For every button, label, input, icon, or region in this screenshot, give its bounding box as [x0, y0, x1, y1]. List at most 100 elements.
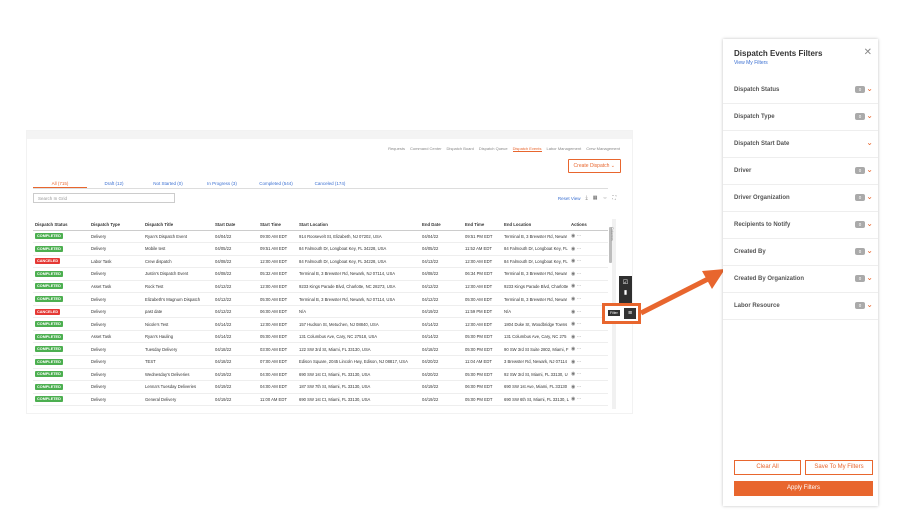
tab-all[interactable]: All (715)	[33, 179, 87, 188]
table-row[interactable]: COMPLETED Delivery Nicole's Test 04/14/22 12…	[33, 317, 608, 331]
chevron-down-icon[interactable]: ⌄	[866, 165, 873, 174]
tab-completed[interactable]: Completed (544)	[249, 179, 303, 188]
view-icon[interactable]: ◉	[571, 233, 575, 239]
table-row[interactable]: COMPLETED Delivery Elizabeth's Magnum Disp…	[33, 292, 608, 306]
table-row[interactable]: COMPLETED Delivery Lenna's Tuesday Deliver…	[33, 380, 608, 394]
nav-requests[interactable]: Requests	[388, 146, 405, 152]
more-icon[interactable]: ⋯	[577, 346, 582, 352]
chevron-down-icon[interactable]: ⌄	[866, 138, 873, 147]
tab-draft[interactable]: Draft (12)	[87, 179, 141, 188]
view-icon[interactable]: ◉	[571, 346, 575, 352]
save-to-my-filters-button[interactable]: Save To My Filters	[805, 460, 873, 475]
tab-in-progress[interactable]: In Progress (3)	[195, 179, 249, 188]
create-dispatch-label: Create Dispatch	[573, 163, 610, 169]
view-icon[interactable]: ◉	[571, 309, 575, 315]
more-icon[interactable]: ⋯	[577, 271, 582, 277]
apply-filters-button[interactable]: Apply Filters	[734, 481, 873, 496]
column-header[interactable]: Start Time	[258, 219, 297, 231]
nav-dispatch-queue[interactable]: Dispatch Queue	[479, 146, 508, 152]
table-row[interactable]: COMPLETED Delivery General Delivery 04/19/2…	[33, 393, 608, 407]
tab-not-started[interactable]: Not Started (0)	[141, 179, 195, 188]
more-icon[interactable]: ⋯	[577, 296, 582, 302]
more-icon[interactable]: ⋯	[577, 371, 582, 377]
chevron-down-icon[interactable]: ⌄	[866, 219, 873, 228]
filter-section[interactable]: Dispatch Status 0 ⌄	[723, 77, 878, 104]
nav-command-center[interactable]: Command Center	[410, 146, 442, 152]
view-icon[interactable]: ◉	[571, 283, 575, 289]
nav-labor-management[interactable]: Labor Management	[547, 146, 582, 152]
view-icon[interactable]: ◉	[571, 246, 575, 252]
view-icon[interactable]: ◉	[571, 371, 575, 377]
filter-section[interactable]: Driver 0 ⌄	[723, 158, 878, 185]
more-icon[interactable]: ⋯	[577, 334, 582, 340]
grid-view-icon[interactable]: ▦	[593, 195, 598, 201]
view-icon[interactable]: ◉	[571, 384, 575, 390]
view-my-filters-link[interactable]: View My Filters	[734, 60, 768, 66]
reset-view-link[interactable]: Reset View	[558, 196, 581, 201]
nav-dispatch-board[interactable]: Dispatch Board	[447, 146, 474, 152]
table-row[interactable]: CANCELED Labor Task Crew dispatch 04/08/22 1…	[33, 255, 608, 269]
more-icon[interactable]: ⋯	[577, 359, 582, 365]
table-row[interactable]: COMPLETED Delivery Mobile test 04/05/22 09:5…	[33, 242, 608, 256]
chevron-down-icon[interactable]: ⌄	[866, 84, 873, 93]
chevron-down-icon[interactable]: ⌄	[866, 273, 873, 282]
chevron-down-icon[interactable]: ⌄	[866, 111, 873, 120]
chevron-down-icon[interactable]: ⌄	[866, 300, 873, 309]
view-icon[interactable]: ◉	[571, 296, 575, 302]
more-icon[interactable]: ⋯	[577, 233, 582, 239]
fullscreen-icon[interactable]: ⛶	[612, 195, 616, 201]
download-icon[interactable]: ⤓	[586, 195, 588, 201]
view-icon[interactable]: ◉	[571, 258, 575, 264]
table-row[interactable]: COMPLETED Asset Task Rock Test 04/12/22 12:0…	[33, 280, 608, 294]
filter-section[interactable]: Driver Organization 0 ⌄	[723, 185, 878, 212]
nav-dispatch-events[interactable]: Dispatch Events	[512, 146, 542, 152]
table-cell: Elizabeth's Magnum Dispatch	[143, 292, 213, 306]
chevron-down-icon[interactable]: ⌄	[866, 192, 873, 201]
filter-section[interactable]: Dispatch Type 0 ⌄	[723, 104, 878, 131]
filter-section[interactable]: Dispatch Start Date ⌄	[723, 131, 878, 158]
filter-section[interactable]: Created By 0 ⌄	[723, 239, 878, 266]
close-icon[interactable]: ✕	[864, 47, 872, 58]
actions-cell: ◉ ⋯	[569, 230, 608, 244]
view-icon[interactable]: ◉	[571, 334, 575, 340]
table-row[interactable]: COMPLETED Delivery TEST 04/18/22 07:00 AM ED…	[33, 355, 608, 369]
more-icon[interactable]: ⋯	[577, 384, 582, 390]
filter-section[interactable]: Created By Organization 0 ⌄	[723, 266, 878, 293]
view-icon[interactable]: ◉	[571, 271, 575, 277]
more-icon[interactable]: ⋯	[577, 396, 582, 402]
column-header[interactable]: Dispatch Type	[89, 219, 143, 231]
more-icon[interactable]: ⋯	[577, 258, 582, 264]
table-cell: Terminal B, 3 Brewster Rd, Newar	[502, 267, 569, 281]
more-icon[interactable]: ⋯	[577, 246, 582, 252]
clear-all-button[interactable]: Clear All	[734, 460, 801, 475]
view-icon[interactable]: ◉	[571, 321, 575, 327]
column-header[interactable]: Dispatch Status	[33, 219, 89, 231]
status-badge: COMPLETED	[35, 296, 63, 302]
view-icon[interactable]: ◉	[571, 359, 575, 365]
more-icon[interactable]: ⋯	[577, 321, 582, 327]
collapse-icon[interactable]: ⇔	[602, 195, 607, 201]
chevron-down-icon[interactable]: ⌄	[866, 246, 873, 255]
table-row[interactable]: COMPLETED Delivery Ryan's Dispatch Event 04…	[33, 230, 608, 244]
create-dispatch-button[interactable]: Create Dispatch ⌄	[567, 159, 621, 173]
column-header[interactable]: Start Location	[297, 219, 420, 231]
nav-crew-management[interactable]: Crew Management	[586, 146, 620, 152]
table-row[interactable]: COMPLETED Asset Task Ryan's Hauling 04/14/2…	[33, 330, 608, 344]
filter-section[interactable]: Labor Resource 0 ⌄	[723, 293, 878, 320]
tab-canceled[interactable]: Canceled (174)	[303, 179, 357, 188]
more-icon[interactable]: ⋯	[577, 309, 582, 315]
table-row[interactable]: CANCELED Delivery past date 04/12/22 06:00 A…	[33, 305, 608, 319]
search-input[interactable]: Search In Grid	[33, 193, 175, 203]
column-header[interactable]: End Time	[463, 219, 502, 231]
more-icon[interactable]: ⋯	[577, 283, 582, 289]
filter-section[interactable]: Recipients to Notify 0 ⌄	[723, 212, 878, 239]
table-cell: Crew dispatch	[143, 255, 213, 269]
column-header[interactable]: End Location	[502, 219, 569, 231]
table-row[interactable]: COMPLETED Delivery Justin's Dispatch Event…	[33, 267, 608, 281]
table-row[interactable]: COMPLETED Delivery Wednesday's Deliveries 0…	[33, 368, 608, 382]
column-header[interactable]: End Date	[420, 219, 463, 231]
column-header[interactable]: Start Date	[213, 219, 258, 231]
column-header[interactable]: Dispatch Title	[143, 219, 213, 231]
table-row[interactable]: COMPLETED Delivery Tuesday Delivery 04/18/2…	[33, 342, 608, 356]
view-icon[interactable]: ◉	[571, 396, 575, 402]
